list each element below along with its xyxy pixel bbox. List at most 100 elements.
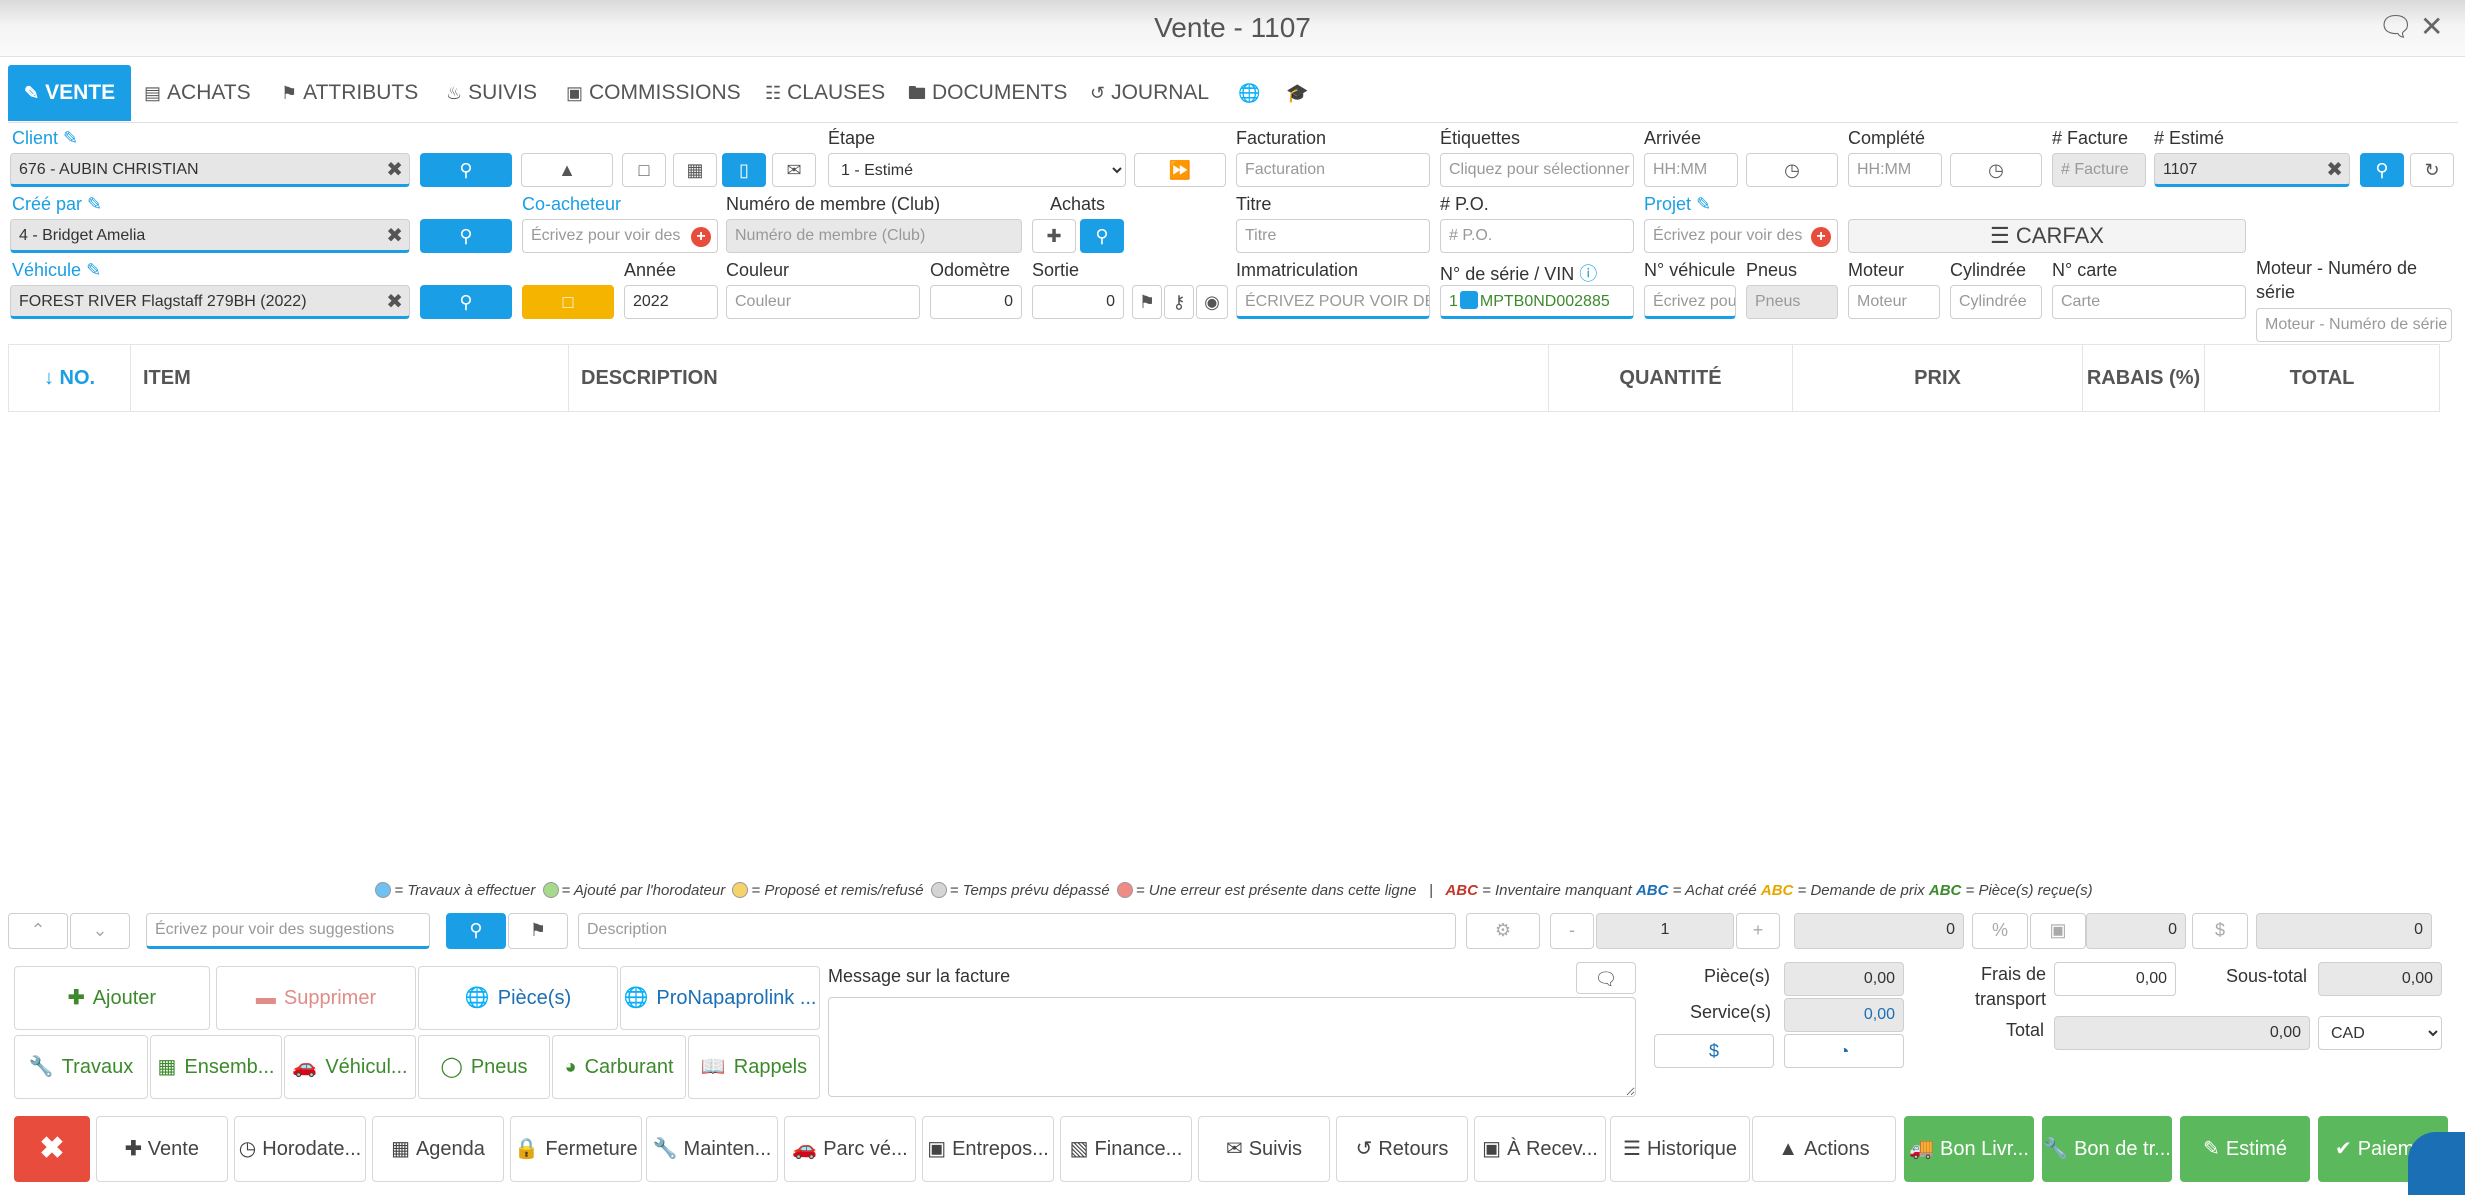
maintenance-button[interactable]: 🔧 Mainten... bbox=[646, 1116, 778, 1182]
delete-button[interactable]: ▬ Supprimer bbox=[216, 966, 416, 1030]
price-input[interactable]: 0 bbox=[1794, 913, 1964, 949]
bon-livraison-button[interactable]: 🚚 Bon Livr... bbox=[1904, 1116, 2034, 1182]
vin-field[interactable]: 1 MPTB0ND002885 bbox=[1440, 285, 1634, 319]
immat-field[interactable]: ÉCRIVEZ POUR VOIR DES bbox=[1236, 285, 1430, 319]
add-icon[interactable]: + bbox=[691, 227, 711, 247]
tab-training[interactable]: 🎓 bbox=[1286, 65, 1314, 121]
cree-par-label[interactable]: Créé par ✎ bbox=[12, 194, 102, 215]
note-button[interactable]: □ bbox=[622, 153, 666, 187]
rabais-input[interactable]: 0 bbox=[2086, 913, 2186, 949]
coacheteur-field[interactable]: Écrivez pour voir des + bbox=[522, 219, 718, 253]
tab-journal[interactable]: ↺ JOURNAL bbox=[1090, 65, 1209, 121]
a-recevoir-button[interactable]: ▣ À Recev... bbox=[1474, 1116, 1606, 1182]
currency-select[interactable]: CAD bbox=[2318, 1016, 2442, 1050]
annee-field[interactable]: 2022 bbox=[624, 285, 718, 319]
chart-breakdown-button[interactable]: ◔ bbox=[1784, 1034, 1904, 1068]
move-down-button[interactable]: ⌄ bbox=[70, 913, 130, 949]
vehicule-field[interactable]: FOREST RIVER Flagstaff 279BH (2022) ✖ bbox=[10, 285, 410, 319]
cree-par-search-button[interactable]: ⚲ bbox=[420, 219, 512, 253]
col-no[interactable]: ↓ NO. bbox=[9, 345, 131, 411]
moteur-field[interactable]: Moteur bbox=[1848, 285, 1940, 319]
client-search-button[interactable]: ⚲ bbox=[420, 153, 512, 187]
client-label[interactable]: Client ✎ bbox=[12, 128, 78, 149]
pieces-button[interactable]: 🌐 Pièce(s) bbox=[418, 966, 618, 1030]
col-rabais[interactable]: RABAIS (%) bbox=[2083, 345, 2205, 411]
carfax-button[interactable]: ☰ CARFAX bbox=[1848, 219, 2246, 253]
vehicule-note-button[interactable]: □ bbox=[522, 285, 614, 319]
cancel-button[interactable]: ✖ bbox=[14, 1116, 90, 1182]
chat-widget-icon[interactable] bbox=[2408, 1132, 2465, 1195]
percent-button[interactable]: % bbox=[1972, 913, 2028, 949]
odometre-field[interactable]: 0 bbox=[930, 285, 1022, 319]
tag-button[interactable]: ⚑ bbox=[1132, 285, 1162, 319]
etiquettes-field[interactable]: Cliquez pour sélectionner bbox=[1440, 153, 1634, 187]
no-vehicule-field[interactable]: Écrivez pou bbox=[1644, 285, 1736, 319]
tab-achats[interactable]: ▤ ACHATS bbox=[144, 65, 251, 121]
pneus-field[interactable]: Pneus bbox=[1746, 285, 1838, 319]
total-input[interactable]: 0 bbox=[2256, 913, 2432, 949]
calendar-button[interactable]: ▦ bbox=[673, 153, 717, 187]
clear-icon[interactable]: ✖ bbox=[386, 220, 403, 250]
financement-button[interactable]: ▧ Finance... bbox=[1060, 1116, 1192, 1182]
clear-icon[interactable]: ✖ bbox=[386, 154, 403, 184]
client-field[interactable]: 676 - AUBIN CHRISTIAN ✖ bbox=[10, 153, 410, 187]
sortie-field[interactable]: 0 bbox=[1032, 285, 1124, 319]
historique-button[interactable]: ☰ Historique bbox=[1610, 1116, 1750, 1182]
pneus-button[interactable]: ◯ Pneus bbox=[418, 1035, 550, 1099]
scan-icon[interactable] bbox=[1459, 291, 1478, 309]
col-prix[interactable]: PRIX bbox=[1793, 345, 2083, 411]
dollar-button[interactable]: $ bbox=[2192, 913, 2248, 949]
carburant-button[interactable]: ◕ Carburant bbox=[552, 1035, 686, 1099]
tab-vente[interactable]: ✎ VENTE bbox=[8, 65, 132, 121]
tab-commissions[interactable]: ▣ COMMISSIONS bbox=[566, 65, 741, 121]
mobile-button[interactable]: ▯ bbox=[722, 153, 766, 187]
move-up-button[interactable]: ⌃ bbox=[8, 913, 68, 949]
horodateur-button[interactable]: ◷ Horodate... bbox=[234, 1116, 366, 1182]
tab-documents[interactable]: 🖿 DOCUMENTS bbox=[908, 65, 1067, 121]
actions-button[interactable]: ▲ Actions bbox=[1752, 1116, 1896, 1182]
projet-label[interactable]: Projet ✎ bbox=[1644, 194, 1711, 215]
travaux-button[interactable]: 🔧 Travaux bbox=[14, 1035, 148, 1099]
no-carte-field[interactable]: Carte bbox=[2052, 285, 2246, 319]
col-item[interactable]: ITEM bbox=[131, 345, 569, 411]
entry-search-button[interactable]: ⚲ bbox=[446, 913, 506, 949]
estime-no-field[interactable]: 1107 ✖ bbox=[2154, 153, 2350, 187]
dollar-breakdown-button[interactable]: $ bbox=[1654, 1034, 1774, 1068]
map-button[interactable]: ▲ bbox=[521, 153, 613, 187]
settings-button[interactable]: ⚙ bbox=[1466, 913, 1540, 949]
clear-icon[interactable]: ✖ bbox=[386, 286, 403, 316]
retours-button[interactable]: ↺ Retours bbox=[1336, 1116, 1468, 1182]
cree-par-field[interactable]: 4 - Bridget Amelia ✖ bbox=[10, 219, 410, 253]
tab-suivis[interactable]: ♨ SUIVIS bbox=[446, 65, 537, 121]
ensembles-button[interactable]: ▦ Ensemb... bbox=[150, 1035, 282, 1099]
projet-field[interactable]: Écrivez pour voir des + bbox=[1644, 219, 1838, 253]
vehicule-add-button[interactable]: 🚗 Véhicul... bbox=[284, 1035, 416, 1099]
agenda-button[interactable]: ▦ Agenda bbox=[372, 1116, 504, 1182]
tab-globe[interactable]: 🌐 bbox=[1238, 65, 1266, 121]
fermeture-button[interactable]: 🔒 Fermeture bbox=[510, 1116, 642, 1182]
moteur-serie-field[interactable]: Moteur - Numéro de série bbox=[2256, 308, 2452, 342]
chat-icon[interactable]: 🗨 bbox=[2378, 10, 2414, 43]
cylindree-field[interactable]: Cylindrée bbox=[1950, 285, 2042, 319]
message-comment-button[interactable]: 🗨 bbox=[1576, 962, 1636, 994]
next-stage-button[interactable]: ⏩ bbox=[1134, 153, 1226, 187]
facturation-field[interactable]: Facturation bbox=[1236, 153, 1430, 187]
help-icon[interactable]: ⓘ bbox=[1579, 264, 1597, 284]
message-textarea[interactable] bbox=[828, 997, 1636, 1097]
qty-input[interactable]: 1 bbox=[1596, 913, 1734, 949]
col-total[interactable]: TOTAL bbox=[2205, 345, 2439, 411]
arrivee-clock-button[interactable]: ◷ bbox=[1746, 153, 1838, 187]
tab-clauses[interactable]: ☷ CLAUSES bbox=[765, 65, 885, 121]
new-vente-button[interactable]: ✚ Vente bbox=[96, 1116, 228, 1182]
titre-field[interactable]: Titre bbox=[1236, 219, 1430, 253]
complete-time-field[interactable]: HH:MM bbox=[1848, 153, 1942, 187]
parc-vehicules-button[interactable]: 🚗 Parc vé... bbox=[784, 1116, 916, 1182]
achats-add-button[interactable]: ✚ bbox=[1032, 219, 1076, 253]
po-field[interactable]: # P.O. bbox=[1440, 219, 1634, 253]
coacheteur-label[interactable]: Co-acheteur bbox=[522, 194, 621, 215]
suivis-button[interactable]: ✉ Suivis bbox=[1198, 1116, 1330, 1182]
clear-icon[interactable]: ✖ bbox=[2326, 154, 2343, 184]
membre-field[interactable]: Numéro de membre (Club) bbox=[726, 219, 1022, 253]
money-button[interactable]: ▣ bbox=[2030, 913, 2086, 949]
suggest-input[interactable]: Écrivez pour voir des suggestions bbox=[146, 913, 430, 949]
